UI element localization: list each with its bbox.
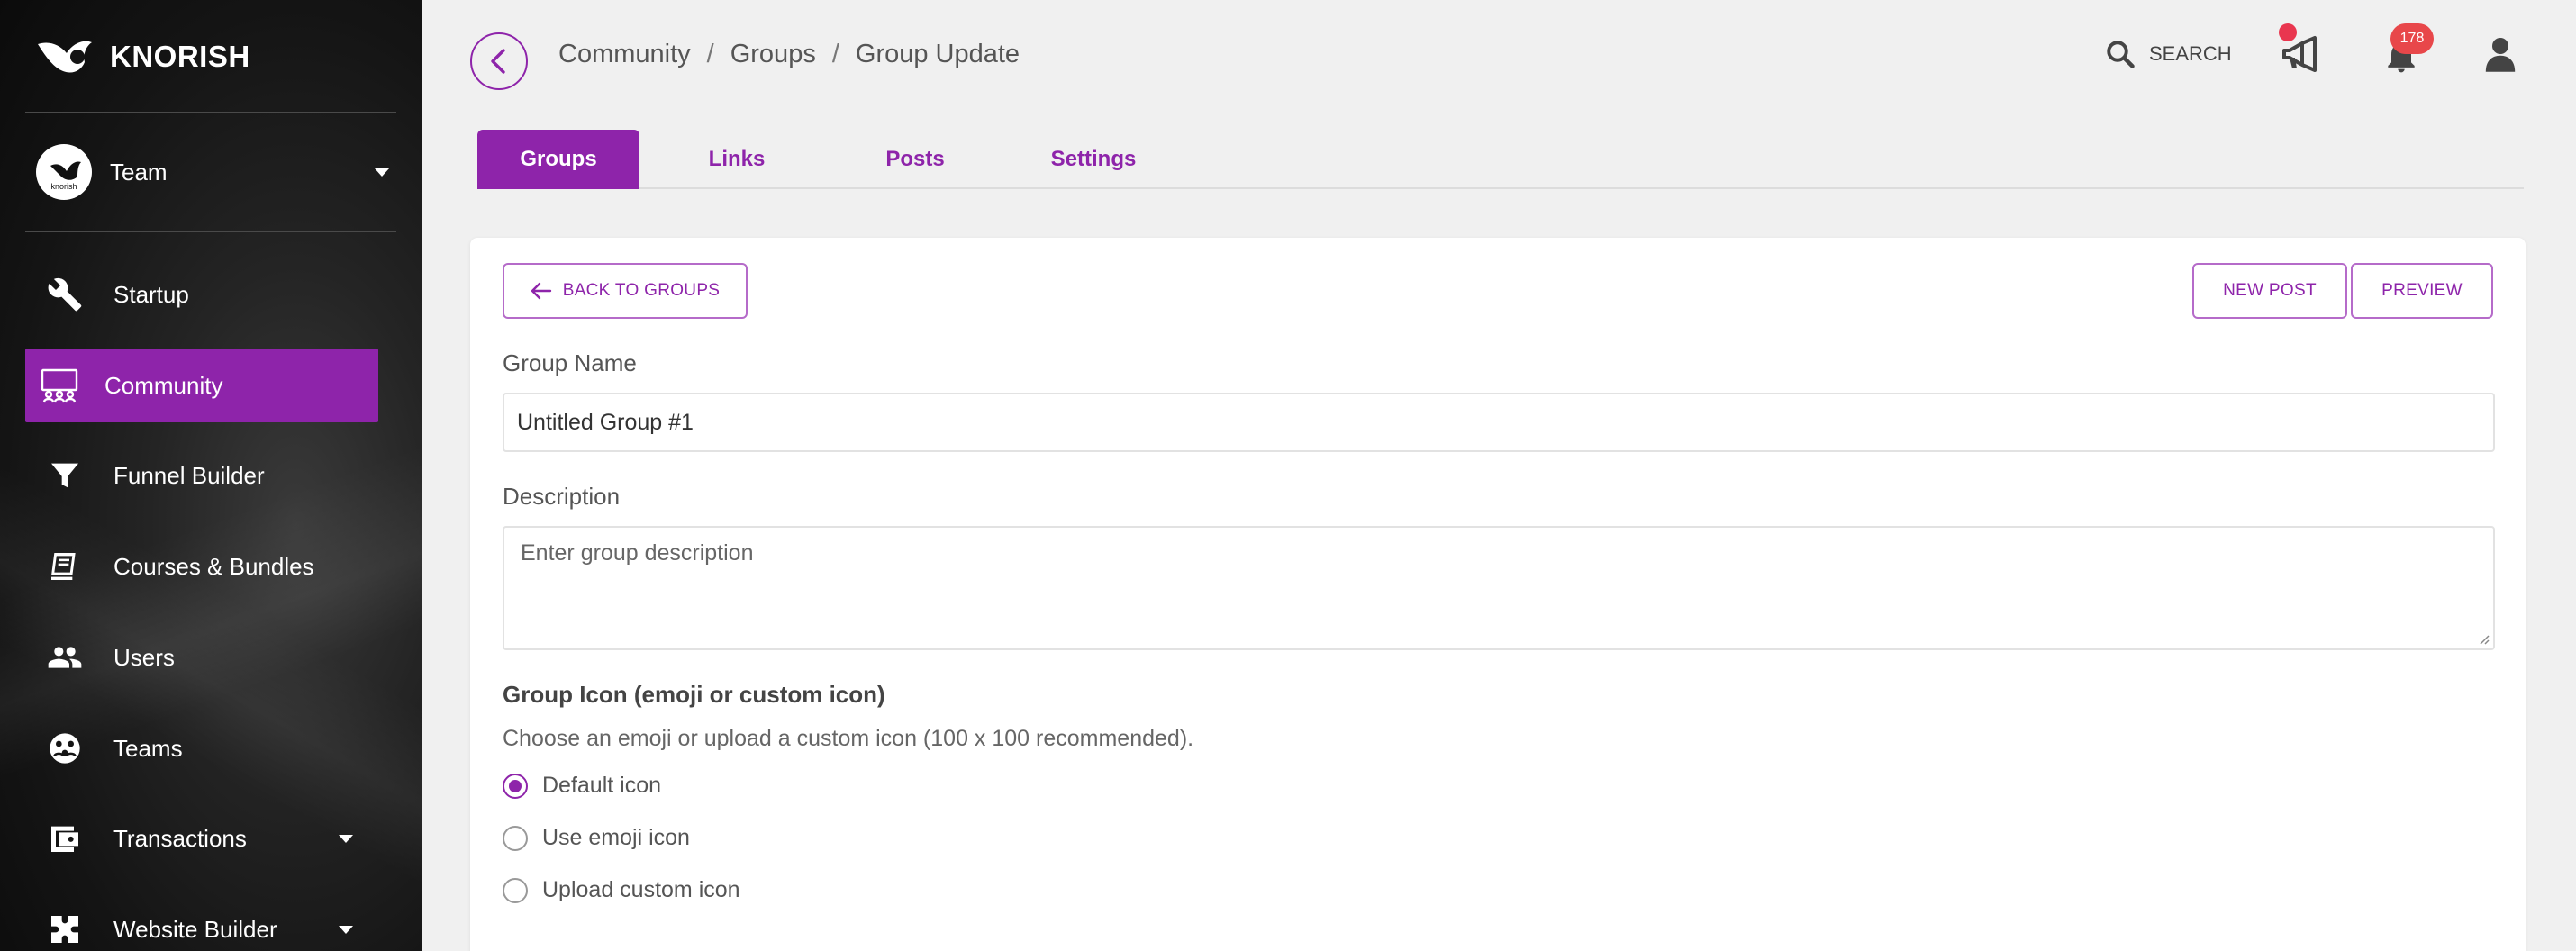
breadcrumb-separator: /	[706, 40, 714, 68]
wrench-icon	[45, 275, 85, 314]
radio-label: Default icon	[542, 773, 662, 798]
search-icon	[2107, 41, 2135, 68]
tab-posts[interactable]: Posts	[852, 130, 978, 189]
sidebar-divider	[25, 231, 396, 232]
users-icon	[45, 638, 85, 677]
radio-default-icon[interactable]: Default icon	[503, 773, 661, 799]
new-post-button[interactable]: NEW POST	[2192, 263, 2347, 319]
breadcrumb-item-group-update: Group Update	[855, 40, 1020, 68]
chevron-down-icon	[375, 168, 389, 177]
arrow-left-icon	[531, 282, 551, 300]
team-avatar: knorish	[36, 144, 92, 200]
knorish-logo-icon	[38, 41, 92, 73]
description-placeholder: Enter group description	[521, 540, 754, 566]
group-icon-hint: Choose an emoji or upload a custom icon …	[503, 726, 1194, 751]
announcement-dot	[2279, 23, 2297, 41]
sidebar-item-startup[interactable]: Startup	[25, 258, 378, 331]
svg-text:knorish: knorish	[50, 182, 77, 191]
filter-icon	[45, 456, 85, 495]
knorish-avatar-icon: knorish	[50, 161, 81, 191]
back-to-groups-label: BACK TO GROUPS	[562, 281, 721, 300]
sidebar-item-transactions[interactable]: Transactions	[25, 802, 378, 875]
breadcrumb-item-community[interactable]: Community	[558, 40, 691, 69]
description-label: Description	[503, 483, 621, 510]
book-icon	[45, 547, 85, 586]
sidebar-item-label: Startup	[113, 280, 189, 308]
sidebar-item-community[interactable]: Community	[25, 349, 378, 422]
sidebar-item-courses-bundles[interactable]: Courses & Bundles	[25, 530, 378, 603]
sidebar-divider	[25, 112, 396, 113]
teams-icon	[45, 729, 85, 768]
group-icon-label: Group Icon (emoji or custom icon)	[503, 681, 885, 708]
sidebar-item-label: Community	[104, 371, 223, 399]
sidebar-item-website-builder[interactable]: Website Builder	[25, 892, 378, 951]
radio-button[interactable]	[503, 773, 528, 799]
notification-badge: 178	[2390, 23, 2434, 54]
description-textarea[interactable]: Enter group description	[503, 526, 2495, 650]
sidebar-item-label: Teams	[113, 734, 183, 762]
sidebar: KNORISH knorish Team Startup Community F…	[0, 0, 422, 951]
back-to-groups-button[interactable]: BACK TO GROUPS	[503, 263, 748, 319]
community-icon	[40, 366, 79, 405]
sidebar-item-label: Funnel Builder	[113, 461, 265, 489]
sidebar-item-label: Transactions	[113, 824, 247, 852]
sidebar-item-label: Website Builder	[113, 915, 277, 943]
breadcrumb: Community / Groups / Group Update	[558, 40, 1020, 69]
sidebar-item-label: Courses & Bundles	[113, 552, 314, 580]
brand-name: KNORISH	[110, 40, 250, 73]
sidebar-item-funnel-builder[interactable]: Funnel Builder	[25, 439, 378, 512]
chevron-down-icon	[339, 834, 353, 843]
user-icon[interactable]	[2484, 36, 2517, 72]
puzzle-icon	[45, 910, 85, 949]
radio-button[interactable]	[503, 877, 528, 903]
search-button[interactable]: SEARCH	[2104, 38, 2232, 70]
radio-label: Upload custom icon	[542, 877, 740, 902]
group-name-input[interactable]: Untitled Group #1	[503, 393, 2495, 452]
wallet-icon	[45, 819, 85, 858]
sidebar-item-users[interactable]: Users	[25, 620, 378, 694]
resize-handle-icon[interactable]	[2477, 632, 2490, 645]
sidebar-item-teams[interactable]: Teams	[25, 711, 378, 785]
radio-custom-icon[interactable]: Upload custom icon	[503, 877, 740, 903]
radio-emoji-icon[interactable]: Use emoji icon	[503, 825, 690, 851]
team-label: Team	[110, 158, 168, 186]
sidebar-item-label: Users	[113, 643, 175, 671]
breadcrumb-separator: /	[831, 40, 839, 68]
tab-links[interactable]: Links	[674, 130, 800, 189]
brand[interactable]: KNORISH	[36, 31, 250, 83]
preview-button[interactable]: PREVIEW	[2351, 263, 2493, 319]
back-button[interactable]	[470, 32, 528, 90]
tab-settings[interactable]: Settings	[1030, 130, 1156, 189]
radio-button[interactable]	[503, 825, 528, 851]
tab-groups[interactable]: Groups	[477, 130, 639, 189]
group-name-label: Group Name	[503, 349, 637, 376]
team-switcher[interactable]: knorish Team	[36, 144, 389, 200]
group-form-card: BACK TO GROUPS NEW POST PREVIEW Group Na…	[470, 238, 2526, 951]
search-label: SEARCH	[2149, 42, 2232, 65]
chevron-down-icon	[339, 925, 353, 934]
radio-label: Use emoji icon	[542, 825, 690, 850]
chevron-left-icon	[491, 49, 505, 74]
tab-bar: Groups Links Posts Settings	[477, 130, 2524, 189]
breadcrumb-item-groups[interactable]: Groups	[730, 40, 816, 69]
